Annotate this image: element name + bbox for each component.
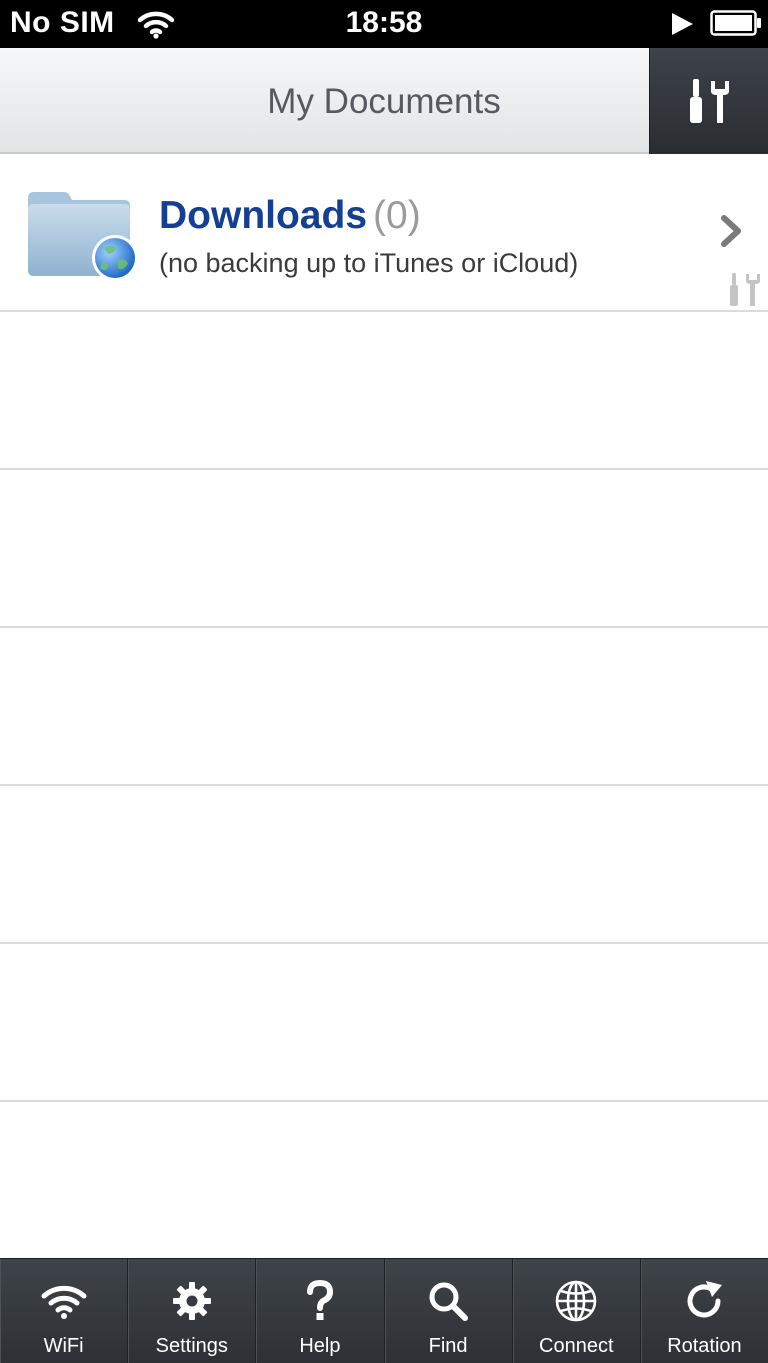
wifi-icon bbox=[41, 1285, 87, 1319]
row-subtitle: (no backing up to iTunes or iCloud) bbox=[159, 248, 579, 278]
gear-icon bbox=[172, 1282, 211, 1320]
empty-row bbox=[0, 786, 768, 944]
tab-connect[interactable]: Connect bbox=[513, 1259, 641, 1363]
empty-row bbox=[0, 312, 768, 470]
tab-help[interactable]: Help bbox=[256, 1259, 385, 1363]
play-icon bbox=[672, 13, 693, 35]
empty-row bbox=[0, 1102, 768, 1260]
tab-rotation[interactable]: Rotation bbox=[641, 1259, 768, 1363]
search-icon bbox=[429, 1282, 469, 1321]
battery-icon bbox=[710, 10, 761, 36]
folder-tools-icon[interactable] bbox=[728, 272, 764, 308]
empty-row bbox=[0, 944, 768, 1102]
tools-icon bbox=[690, 79, 729, 123]
tab-bar: WiFi Settings Help Find Connect Rotation bbox=[0, 1258, 768, 1363]
question-icon bbox=[306, 1280, 333, 1320]
folder-globe-icon bbox=[28, 192, 138, 281]
rotation-icon bbox=[687, 1281, 723, 1318]
navigation-bar: My Documents bbox=[0, 48, 768, 154]
globe-icon bbox=[555, 1280, 597, 1322]
tab-label: WiFi bbox=[43, 1335, 84, 1357]
tab-settings[interactable]: Settings bbox=[128, 1259, 257, 1363]
chevron-right-icon bbox=[721, 215, 741, 247]
row-title: Downloads (0) bbox=[159, 194, 421, 238]
empty-row bbox=[0, 628, 768, 786]
tab-label: Connect bbox=[539, 1335, 614, 1357]
empty-row bbox=[0, 470, 768, 628]
tab-wifi[interactable]: WiFi bbox=[0, 1259, 129, 1363]
tab-label: Rotation bbox=[667, 1335, 742, 1357]
document-list: Downloads (0) (no backing up to iTunes or… bbox=[0, 154, 768, 1260]
tools-button[interactable] bbox=[649, 48, 768, 154]
tab-find[interactable]: Find bbox=[385, 1259, 513, 1363]
tab-label: Settings bbox=[155, 1335, 228, 1357]
clock: 18:58 bbox=[345, 6, 423, 39]
tab-label: Find bbox=[428, 1335, 468, 1357]
status-bar: No SIM 18:58 bbox=[0, 0, 768, 48]
item-count: (0) bbox=[373, 194, 421, 237]
folder-name: Downloads bbox=[159, 194, 368, 237]
list-item-downloads[interactable]: Downloads (0) (no backing up to iTunes or… bbox=[0, 154, 768, 312]
tab-label: Help bbox=[299, 1335, 341, 1357]
